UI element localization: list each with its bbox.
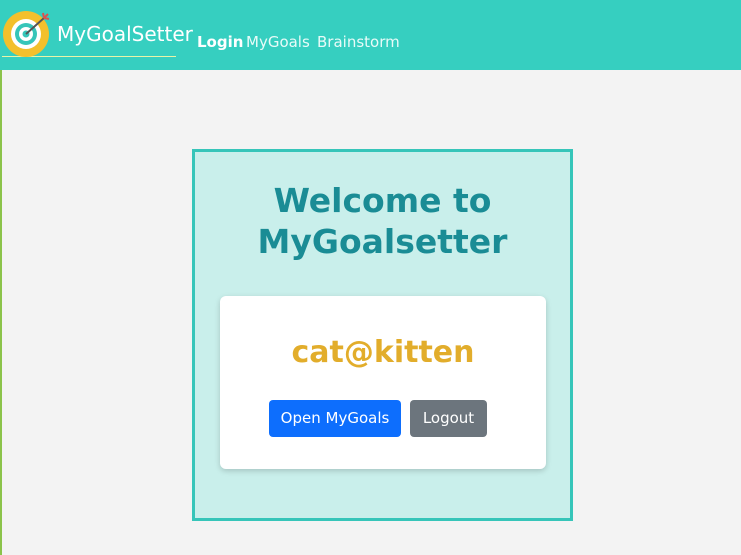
nav-brainstorm[interactable]: Brainstorm	[317, 33, 400, 51]
logged-in-username: cat@kitten	[291, 335, 475, 370]
welcome-line-2: MyGoalsetter	[257, 222, 508, 261]
open-mygoals-button[interactable]: Open MyGoals	[269, 400, 401, 437]
brand-name: MyGoalSetter	[57, 22, 193, 46]
welcome-line-1: Welcome to	[273, 181, 492, 220]
welcome-heading: Welcome to MyGoalsetter	[195, 180, 570, 262]
welcome-panel: Welcome to MyGoalsetter cat@kitten Open …	[192, 149, 573, 521]
nav-mygoals[interactable]: MyGoals	[246, 33, 310, 51]
user-card: cat@kitten Open MyGoals Logout	[220, 296, 546, 469]
logout-button[interactable]: Logout	[410, 400, 487, 437]
target-dart-icon	[3, 11, 50, 57]
top-navbar: MyGoalSetter Login MyGoals Brainstorm	[0, 0, 741, 70]
brand-link[interactable]: MyGoalSetter	[2, 10, 193, 57]
page-left-border	[0, 0, 2, 555]
nav-login[interactable]: Login	[197, 33, 243, 51]
